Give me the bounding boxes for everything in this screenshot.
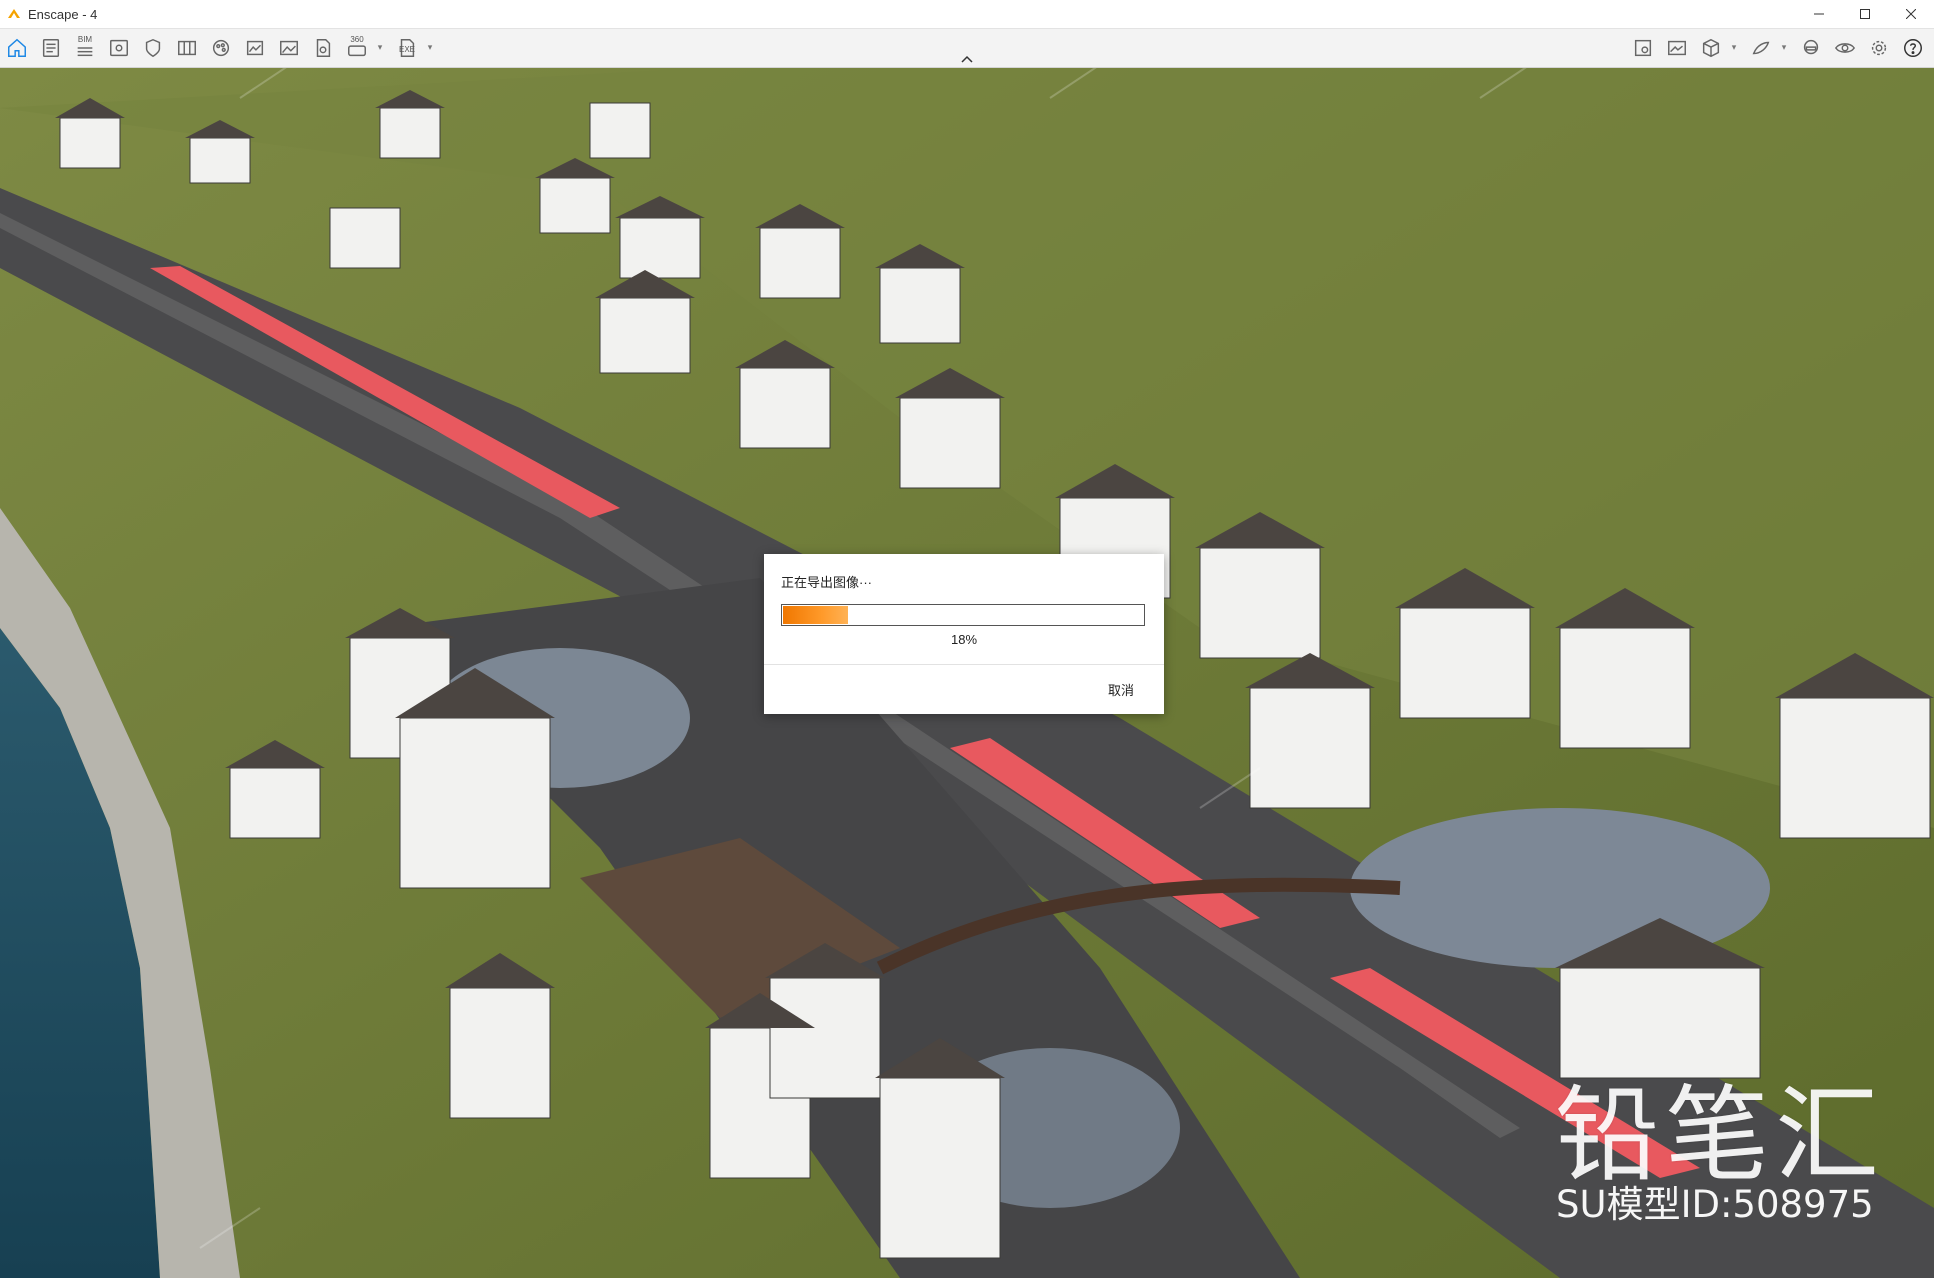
- bim-label: BIM: [77, 35, 93, 44]
- screenshot-button[interactable]: [240, 33, 270, 63]
- model-id-watermark: SU模型ID:508975: [1556, 1183, 1874, 1226]
- view-icon: [110, 39, 128, 57]
- settings-icon: [1871, 40, 1887, 56]
- asset-library-button[interactable]: [1628, 33, 1658, 63]
- batch-render-button[interactable]: [1746, 33, 1776, 63]
- image-button[interactable]: [274, 33, 304, 63]
- assets-button[interactable]: [138, 33, 168, 63]
- right-toolbar: ▾ ▾: [1626, 29, 1930, 67]
- cube-icon: [1702, 38, 1720, 58]
- screenshot-icon: [246, 40, 264, 56]
- home-icon: [8, 38, 26, 57]
- visual-settings-icon: [1834, 43, 1856, 53]
- close-button[interactable]: [1888, 0, 1934, 28]
- chevron-down-icon: ▾: [377, 43, 383, 53]
- cancel-button[interactable]: 取消: [1108, 680, 1134, 699]
- export-button[interactable]: [308, 33, 338, 63]
- cube-dropdown[interactable]: ▾: [1728, 33, 1740, 63]
- enscape-logo-icon: [8, 9, 20, 18]
- vr-button[interactable]: [1796, 33, 1826, 63]
- sheets-icon: [178, 40, 196, 56]
- chevron-down-icon: ▾: [1781, 43, 1787, 53]
- list-icon: [42, 39, 60, 57]
- window-controls: [1796, 0, 1934, 28]
- window-title: Enscape - 4: [28, 6, 98, 22]
- image-icon: [280, 40, 298, 56]
- export-progress-percent: 18%: [950, 632, 978, 647]
- export-icon: [316, 39, 331, 57]
- export-progress-fill: [783, 606, 848, 624]
- sheets-button[interactable]: [172, 33, 202, 63]
- gallery-icon: [1668, 40, 1686, 56]
- visual-settings-button[interactable]: [1830, 33, 1860, 63]
- asset-library-icon: [1634, 39, 1652, 57]
- list-button[interactable]: [36, 33, 66, 63]
- export-status-message: 正在导出图像···: [781, 575, 872, 590]
- cube-button[interactable]: [1696, 33, 1726, 63]
- maximize-icon: [1860, 9, 1870, 19]
- vr-headset-icon: [1803, 39, 1819, 55]
- maximize-button[interactable]: [1842, 0, 1888, 28]
- batch-render-icon: [1752, 41, 1770, 55]
- exe-label: EXE: [398, 45, 415, 54]
- panorama-dropdown[interactable]: ▾: [374, 33, 386, 63]
- panorama-button[interactable]: 360: [342, 33, 372, 63]
- export-progress-dialog: 正在导出图像··· 18% 取消: [764, 554, 1164, 714]
- asset-icon: [145, 38, 161, 58]
- exe-dropdown[interactable]: ▾: [424, 33, 436, 63]
- chevron-down-icon: ▾: [427, 43, 433, 53]
- dialog-divider: [764, 664, 1164, 665]
- batch-dropdown[interactable]: ▾: [1778, 33, 1790, 63]
- chevron-up-icon: [961, 55, 973, 63]
- title-bar: Enscape - 4: [0, 0, 1934, 29]
- minimize-button[interactable]: [1796, 0, 1842, 28]
- minimize-icon: [1814, 13, 1824, 15]
- pano-label: 360: [350, 35, 364, 44]
- material-icon: [212, 39, 230, 57]
- chevron-down-icon: ▾: [1731, 43, 1737, 53]
- collapse-toolbar-button[interactable]: [958, 52, 976, 66]
- home-button[interactable]: [2, 33, 32, 63]
- settings-button[interactable]: [1864, 33, 1894, 63]
- bim-button[interactable]: BIM: [70, 33, 100, 63]
- views-button[interactable]: [104, 33, 134, 63]
- export-progress-bar: [781, 604, 1145, 626]
- material-button[interactable]: [206, 33, 236, 63]
- close-icon: [1906, 9, 1916, 19]
- help-button[interactable]: [1898, 33, 1928, 63]
- help-icon: [1904, 39, 1922, 57]
- gallery-button[interactable]: [1662, 33, 1692, 63]
- exe-button[interactable]: EXE: [392, 33, 422, 63]
